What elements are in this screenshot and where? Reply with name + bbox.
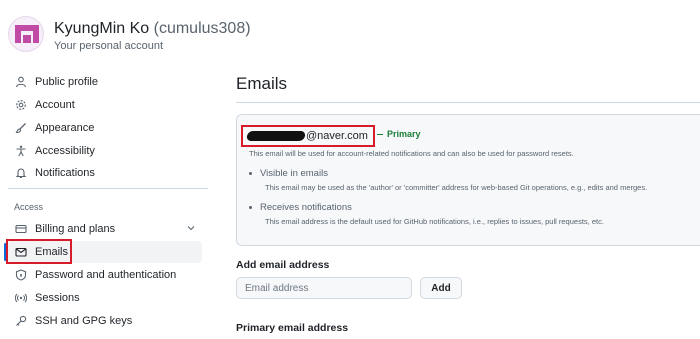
gear-icon (14, 98, 28, 112)
email-note: This email will be used for account-rela… (249, 149, 574, 158)
bullet-desc: This email address is the default used f… (265, 217, 604, 226)
sidebar-item-label: Account (35, 99, 75, 111)
key-icon (14, 314, 28, 328)
sidebar-item-label: Password and authentication (35, 269, 177, 281)
bell-icon (14, 166, 28, 180)
account-subtitle: Your personal account (54, 40, 164, 52)
chevron-down-icon[interactable] (186, 223, 196, 236)
sidebar-item-public-profile[interactable]: Public profile (8, 71, 202, 93)
avatar[interactable] (8, 16, 44, 52)
sidebar-item-accessibility[interactable]: Accessibility (8, 140, 202, 162)
sidebar-section-access: Access (14, 202, 44, 212)
add-email-label: Add email address (236, 259, 330, 271)
sidebar-item-label: Public profile (35, 76, 98, 88)
sidebar-item-label: Appearance (35, 122, 95, 134)
page-title: Emails (236, 74, 288, 93)
broadcast-icon (14, 291, 28, 305)
email-address-input[interactable] (236, 277, 412, 299)
primary-dash (377, 133, 383, 135)
sidebar-item-label: Accessibility (35, 145, 95, 157)
sidebar-item-label: Billing and plans (35, 223, 116, 235)
bullet-title: Receives notifications (260, 202, 352, 213)
bullet-visible-in-emails: Visible in emails (249, 168, 328, 179)
sidebar-item-ssh-gpg-keys[interactable]: SSH and GPG keys (8, 310, 202, 332)
sidebar-item-account[interactable]: Account (8, 94, 202, 116)
bullet-receives-notifications: Receives notifications (249, 202, 352, 213)
bullet-dot (249, 205, 252, 209)
highlight-box-email (241, 125, 375, 147)
account-name: KyungMin Ko (cumulus308) (54, 20, 251, 38)
sidebar-item-label: SSH and GPG keys (35, 315, 133, 327)
bullet-desc: This email may be used as the 'author' o… (265, 183, 648, 192)
login-name: (cumulus308) (153, 20, 251, 37)
title-divider (236, 102, 700, 103)
sidebar-item-billing[interactable]: Billing and plans (8, 218, 202, 240)
shield-lock-icon (14, 268, 28, 282)
add-email-button[interactable]: Add (420, 277, 462, 299)
accessibility-icon (14, 144, 28, 158)
primary-email-label: Primary email address (236, 322, 349, 334)
sidebar-item-notifications[interactable]: Notifications (8, 162, 202, 184)
sidebar-item-sessions[interactable]: Sessions (8, 287, 202, 309)
identicon (15, 25, 39, 43)
sidebar-item-label: Notifications (35, 167, 95, 179)
primary-label: Primary (387, 129, 421, 139)
sidebar-divider (8, 188, 208, 189)
highlight-box-emails-nav (6, 239, 72, 264)
display-name: KyungMin Ko (54, 20, 150, 37)
bullet-title: Visible in emails (260, 168, 328, 179)
primary-badge: Primary (377, 129, 421, 139)
sidebar-item-appearance[interactable]: Appearance (8, 117, 202, 139)
person-icon (14, 75, 28, 89)
sidebar-item-label: Sessions (35, 292, 80, 304)
credit-card-icon (14, 222, 28, 236)
sidebar-item-password-authentication[interactable]: Password and authentication (8, 264, 202, 286)
paintbrush-icon (14, 121, 28, 135)
bullet-dot (249, 171, 252, 175)
